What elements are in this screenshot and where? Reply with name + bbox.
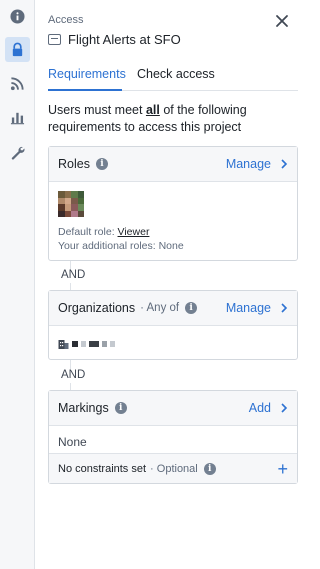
connector-line bbox=[70, 360, 71, 369]
roles-header: Roles i Manage bbox=[49, 147, 297, 182]
organizations-manage-button[interactable]: Manage bbox=[226, 301, 288, 315]
redacted-name bbox=[110, 341, 115, 347]
markings-title: Markings bbox=[58, 401, 109, 415]
sidebar-item-stats[interactable] bbox=[5, 105, 30, 130]
and-label: AND bbox=[61, 369, 86, 381]
project-icon bbox=[48, 34, 61, 45]
info-icon bbox=[10, 9, 25, 24]
and-label: AND bbox=[61, 269, 86, 281]
markings-card: Markings i Add None No constraints set ·… bbox=[48, 390, 298, 484]
breadcrumb: Access bbox=[48, 14, 84, 26]
chevron-right-icon bbox=[281, 159, 288, 169]
tab-check-access[interactable]: Check access bbox=[137, 67, 215, 91]
redacted-name bbox=[81, 341, 86, 347]
connector-line bbox=[70, 383, 71, 390]
roles-card: Roles i Manage Default role: Viewer Your… bbox=[48, 146, 298, 261]
constraints-footer: No constraints set · Optional i + bbox=[49, 453, 297, 483]
info-icon[interactable]: i bbox=[185, 302, 198, 314]
markings-value: None bbox=[58, 435, 87, 449]
requirements-intro: Users must meet all of the following req… bbox=[48, 103, 247, 134]
organization-item bbox=[58, 339, 115, 349]
redacted-name bbox=[102, 341, 107, 347]
default-role: Default role: Viewer bbox=[58, 226, 150, 238]
add-constraint-button[interactable]: + bbox=[277, 460, 288, 478]
wrench-icon bbox=[11, 146, 25, 160]
redacted-name bbox=[89, 341, 99, 347]
sidebar-rail bbox=[0, 0, 35, 569]
building-icon bbox=[58, 340, 69, 349]
additional-roles: Your additional roles: None bbox=[58, 240, 184, 252]
info-icon[interactable]: i bbox=[95, 158, 108, 170]
intro-emphasis: all bbox=[145, 103, 160, 117]
roles-manage-button[interactable]: Manage bbox=[226, 157, 288, 171]
page-title: Flight Alerts at SFO bbox=[68, 32, 181, 47]
connector-line bbox=[70, 283, 71, 290]
organizations-card: Organizations · Any of i Manage bbox=[48, 290, 298, 360]
chevron-right-icon bbox=[281, 303, 288, 313]
bar-chart-icon bbox=[10, 112, 25, 125]
constraints-text: No constraints set bbox=[58, 462, 147, 475]
markings-add-button[interactable]: Add bbox=[249, 401, 288, 415]
tab-bar: Requirements Check access bbox=[48, 67, 298, 91]
project-title-row: Flight Alerts at SFO bbox=[48, 32, 181, 47]
info-icon[interactable]: i bbox=[203, 462, 216, 475]
chevron-right-icon bbox=[281, 403, 288, 413]
roles-title: Roles bbox=[58, 157, 90, 171]
sidebar-item-settings[interactable] bbox=[5, 140, 30, 165]
organizations-title: Organizations bbox=[58, 301, 136, 315]
organizations-header: Organizations · Any of i Manage bbox=[49, 291, 297, 326]
default-role-value[interactable]: Viewer bbox=[118, 226, 150, 238]
avatar bbox=[58, 191, 84, 217]
lock-icon bbox=[12, 42, 23, 57]
constraints-optional: · Optional bbox=[150, 462, 198, 475]
sidebar-item-feed[interactable] bbox=[5, 71, 30, 96]
rss-icon bbox=[10, 77, 24, 91]
access-panel: Access Flight Alerts at SFO Requirements… bbox=[35, 0, 300, 569]
close-icon[interactable] bbox=[275, 14, 289, 28]
info-icon[interactable]: i bbox=[114, 402, 127, 414]
tab-requirements[interactable]: Requirements bbox=[48, 67, 126, 91]
redacted-name bbox=[72, 341, 78, 347]
markings-header: Markings i Add bbox=[49, 391, 297, 426]
sidebar-item-info[interactable] bbox=[5, 4, 30, 29]
organizations-qualifier: · Any of bbox=[140, 302, 180, 314]
sidebar-item-access[interactable] bbox=[5, 37, 30, 62]
